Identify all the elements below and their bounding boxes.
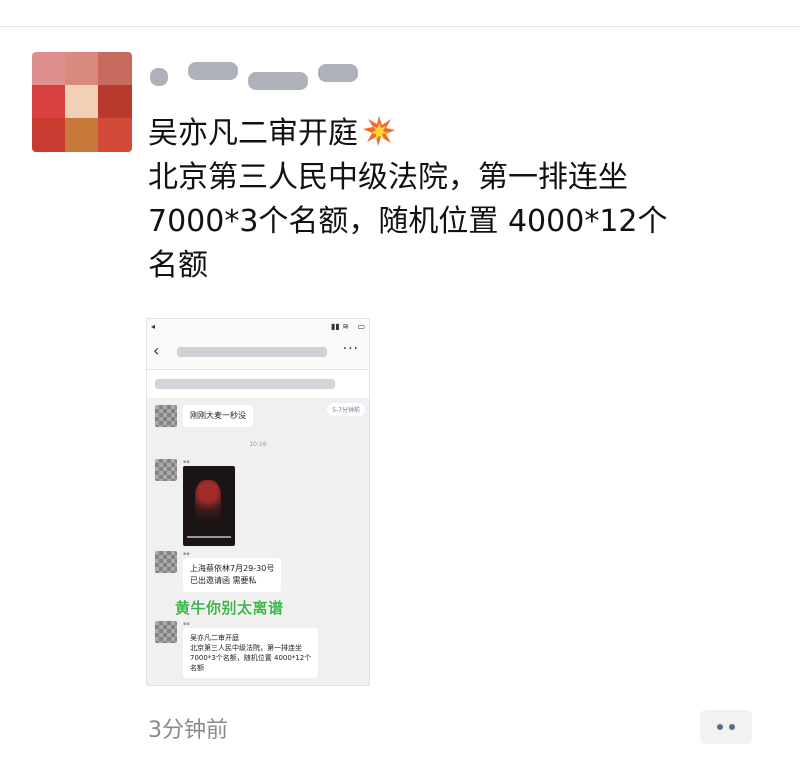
redaction-blob (150, 68, 168, 86)
post-line-2: 北京第三人民中级法院，第一排连坐 (148, 160, 628, 195)
avatar-pixel (32, 52, 66, 86)
battery-icon: ▭ (357, 322, 365, 331)
avatar-pixel (65, 118, 99, 152)
notice-redacted (155, 379, 335, 389)
back-arrow-icon: ‹ (153, 341, 160, 360)
chat-avatar (155, 621, 177, 643)
chat-bubble: 上海蔡依林7月29-30号 已出邀请函 需要私 (183, 558, 282, 592)
post-text: 吴亦凡二审开庭 北京第三人民中级法院，第一排连坐 7000*3个名额，随机位置 … (148, 112, 748, 288)
unread-pill: 5-7分钟前 (327, 403, 365, 416)
avatar-pixel (32, 85, 66, 119)
top-divider (0, 26, 800, 27)
avatar-pixel (32, 118, 66, 152)
avatar-pixel (98, 52, 132, 86)
chat-message-1: 刚刚大麦一秒没 (155, 405, 253, 427)
poster-caption (187, 536, 231, 538)
post-line-3: 7000*3个名额，随机位置 4000*12个 (148, 204, 668, 239)
attached-chat-screenshot[interactable]: ◂ ▮▮ ≋ ▭ ‹ ··· 5-7分钟前 刚刚大麦一秒没 10:16 ▪▪ ▪… (146, 318, 370, 686)
chat-title-redacted (177, 347, 327, 357)
redaction-blob (318, 64, 358, 82)
chat-message-4: ▪▪ 吴亦凡二审开庭 北京第三人民中级法院，第一排连坐 7000*3个名额，随机… (155, 621, 319, 678)
phone-status-bar: ◂ ▮▮ ≋ ▭ (147, 319, 369, 335)
status-time-redacted: ◂ (151, 322, 156, 331)
chat-message-2: ▪▪ (155, 459, 235, 546)
redaction-blob (188, 62, 238, 80)
chat-avatar (155, 459, 177, 481)
dot (729, 724, 735, 730)
post-timestamp: 3分钟前 (148, 718, 228, 743)
bubble-line: 名额 (190, 664, 204, 672)
bubble-line: 吴亦凡二审开庭 (190, 634, 239, 642)
avatar-pixel (65, 52, 99, 86)
more-dots-icon[interactable] (700, 710, 752, 744)
post-line-1: 吴亦凡二审开庭 (148, 112, 748, 156)
bubble-line: 上海蔡依林7月29-30号 (190, 564, 275, 573)
chat-bubble: 吴亦凡二审开庭 北京第三人民中级法院，第一排连坐 7000*3个名额，随机位置 … (183, 628, 319, 678)
bubble-line: 已出邀请函 需要私 (190, 576, 257, 585)
avatar-pixel (98, 118, 132, 152)
post-line-4: 名额 (148, 248, 208, 283)
chat-bubble: 刚刚大麦一秒没 (183, 405, 253, 427)
avatar[interactable] (32, 52, 132, 152)
sender-name-redacted: ▪▪ (183, 459, 190, 465)
chat-timestamp: 10:16 (249, 441, 267, 448)
poster-figure (195, 480, 221, 520)
avatar-pixel (65, 85, 99, 119)
sender-name-redacted: ▪▪ (183, 621, 190, 627)
bubble-line: 7000*3个名额，随机位置 4000*12个 (190, 654, 312, 662)
overlay-caption: 黄牛你别太离谱 (175, 599, 284, 617)
avatar-pixel (98, 85, 132, 119)
chat-nav-bar: ‹ ··· (147, 335, 369, 370)
concert-poster-image (183, 466, 235, 546)
chat-message-3: ▪▪ 上海蔡依林7月29-30号 已出邀请函 需要私 (155, 551, 282, 592)
group-notice-bar (147, 370, 369, 399)
collision-emoji-icon (362, 115, 396, 147)
username-redacted[interactable] (148, 58, 368, 98)
signal-icon: ▮▮ ≋ (330, 322, 349, 331)
dot (717, 724, 723, 730)
more-icon: ··· (342, 341, 359, 357)
chat-avatar (155, 551, 177, 573)
redaction-blob (248, 72, 308, 90)
sender-name-redacted: ▪▪ (183, 551, 190, 557)
chat-avatar (155, 405, 177, 427)
bubble-line: 北京第三人民中级法院，第一排连坐 (190, 644, 302, 652)
